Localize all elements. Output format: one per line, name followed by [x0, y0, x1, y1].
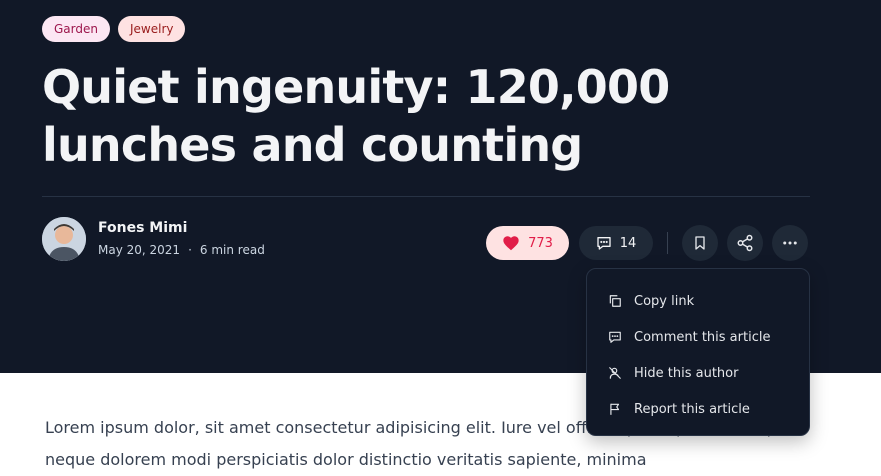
menu-item-report[interactable]: Report this article: [587, 391, 809, 427]
tag-list: Garden Jewelry: [42, 16, 186, 42]
menu-item-label: Report this article: [634, 401, 750, 417]
hide-author-icon: [609, 367, 621, 379]
header-divider: [42, 196, 810, 197]
menu-item-hide-author[interactable]: Hide this author: [587, 355, 809, 391]
author-name[interactable]: Fones Mimi: [98, 218, 265, 238]
article-actions: 773 14: [486, 225, 808, 261]
more-options-menu: Copy link Comment this article Hide this…: [586, 268, 810, 436]
heart-icon: [503, 236, 519, 251]
menu-item-label: Hide this author: [634, 365, 739, 381]
menu-item-label: Copy link: [634, 293, 695, 309]
menu-item-comment[interactable]: Comment this article: [587, 319, 809, 355]
menu-item-copy-link[interactable]: Copy link: [587, 283, 809, 319]
tag-garden[interactable]: Garden: [42, 16, 110, 42]
author-block: Fones Mimi May 20, 2021 · 6 min read: [42, 217, 265, 261]
more-options-button[interactable]: [772, 225, 808, 261]
meta-separator: ·: [188, 243, 192, 257]
bookmark-icon: [695, 236, 705, 250]
like-button[interactable]: 773: [486, 226, 569, 260]
comment-button[interactable]: 14: [579, 226, 653, 260]
read-time: 6 min read: [199, 243, 265, 257]
comment-icon: [609, 331, 621, 343]
copy-icon: [609, 295, 621, 307]
menu-item-label: Comment this article: [634, 329, 771, 345]
avatar[interactable]: [42, 217, 86, 261]
flag-icon: [610, 403, 620, 415]
article-title: Quiet ingenuity: 120,000 lunches and cou…: [42, 60, 670, 172]
share-button[interactable]: [727, 225, 763, 261]
comment-count: 14: [619, 235, 637, 251]
actions-divider: [667, 232, 668, 254]
ellipsis-icon: [783, 241, 797, 245]
comment-icon: [597, 237, 611, 250]
publish-date: May 20, 2021: [98, 243, 181, 257]
tag-jewelry[interactable]: Jewelry: [117, 16, 186, 42]
share-icon: [737, 234, 753, 252]
like-count: 773: [528, 235, 553, 251]
bookmark-button[interactable]: [682, 225, 718, 261]
